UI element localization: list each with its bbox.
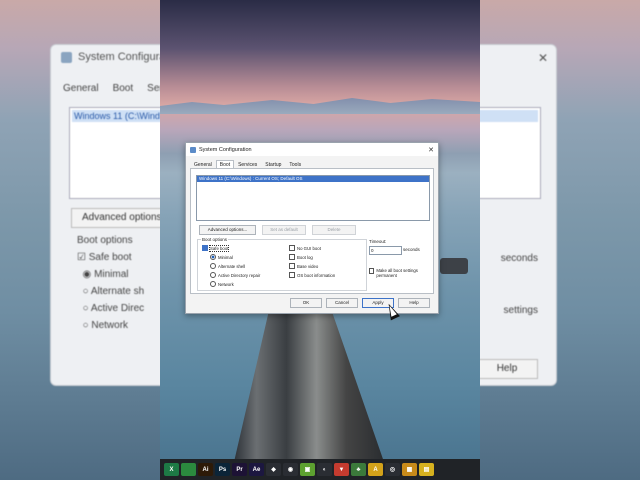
boot-panel: Windows 11 (C:\Windows) : Current OS; De… <box>190 168 434 294</box>
checkbox-icon <box>289 245 295 251</box>
resolve-icon[interactable]: ◆ <box>266 463 281 476</box>
background-safe-boot: Safe boot <box>88 252 132 263</box>
checkbox-icon <box>289 263 295 269</box>
base-video-checkbox[interactable]: Base video <box>289 263 318 269</box>
premiere-icon[interactable]: Pr <box>232 463 247 476</box>
background-window-title: System Configurat <box>78 51 169 63</box>
radio-icon <box>210 272 216 278</box>
alternate-shell-radio[interactable]: Alternate shell <box>210 263 245 269</box>
excel-icon[interactable]: X <box>164 463 179 476</box>
make-permanent-checkbox[interactable]: Make all boot settings permanent <box>369 268 429 278</box>
picture-icon[interactable]: ▤ <box>419 463 434 476</box>
aftereffects-icon[interactable]: Ae <box>249 463 264 476</box>
background-minimal: Minimal <box>94 269 129 280</box>
boot-log-checkbox[interactable]: Boot log <box>289 254 313 260</box>
minimal-label: Minimal <box>218 254 233 260</box>
msconfig-icon <box>190 146 196 153</box>
background-boot-options-label: Boot options <box>77 235 133 246</box>
boot-options-group: Boot options Safe boot Minimal Alternate… <box>197 237 367 291</box>
maps-icon[interactable] <box>181 463 196 476</box>
illustrator-icon[interactable]: Ai <box>198 463 213 476</box>
mountains <box>160 98 480 114</box>
help-button[interactable]: Help <box>398 298 430 308</box>
system-configuration-dialog: System Configuration ✕ General Boot Serv… <box>185 142 439 314</box>
checkbox-checked-icon <box>202 245 208 251</box>
background-network: Network <box>91 320 129 331</box>
grid-icon[interactable]: ▦ <box>402 463 417 476</box>
os-boot-info-label: OS boot information <box>297 272 336 278</box>
background-tab-general: General <box>63 83 99 94</box>
background-seconds: seconds <box>500 253 538 264</box>
active-directory-label: Active Directory repair <box>218 272 261 278</box>
dialog-title: System Configuration <box>199 146 252 153</box>
close-icon[interactable]: ✕ <box>428 146 434 154</box>
background-settings: settings <box>503 305 538 316</box>
checkbox-icon <box>289 272 295 278</box>
network-radio[interactable]: Network <box>210 281 234 287</box>
photoshop-icon[interactable]: Ps <box>215 463 230 476</box>
dialog-footer: OK Cancel Apply Help <box>290 298 430 308</box>
network-label: Network <box>218 281 234 287</box>
no-gui-boot-checkbox[interactable]: No GUI boot <box>289 245 321 251</box>
active-directory-radio[interactable]: Active Directory repair <box>210 272 260 278</box>
obs-icon[interactable]: ◉ <box>283 463 298 476</box>
close-icon: ✕ <box>537 51 548 65</box>
shield-icon[interactable]: ▼ <box>334 463 349 476</box>
wooden-pier <box>234 306 384 462</box>
msconfig-icon <box>61 51 72 63</box>
radio-icon <box>210 263 216 269</box>
radio-icon <box>210 281 216 287</box>
background-help-button: Help <box>476 359 538 379</box>
taskbar: X Ai Ps Pr Ae ◆ ◉ ▣ ◐ ▼ ♣ A ◎ ▦ ▤ <box>160 459 480 480</box>
alternate-shell-label: Alternate shell <box>218 263 246 269</box>
advanced-options-button[interactable]: Advanced options... <box>199 225 256 235</box>
base-video-label: Base video <box>297 263 319 269</box>
app2-icon[interactable]: ◎ <box>385 463 400 476</box>
adobe-icon[interactable]: A <box>368 463 383 476</box>
safe-boot-checkbox[interactable]: Safe boot <box>202 244 230 252</box>
timeout-label: Timeout: <box>369 239 387 244</box>
app-icon[interactable]: ◐ <box>317 463 332 476</box>
checkbox-icon <box>289 254 295 260</box>
cancel-button[interactable]: Cancel <box>326 298 358 308</box>
safe-boot-label: Safe boot <box>208 244 230 252</box>
minimal-radio[interactable]: Minimal <box>210 254 233 260</box>
no-gui-label: No GUI boot <box>297 245 321 251</box>
ok-button[interactable]: OK <box>290 298 322 308</box>
background-alternate: Alternate sh <box>90 286 145 297</box>
set-default-button[interactable]: Set as default <box>262 225 306 235</box>
boot-options-label: Boot options <box>201 237 229 242</box>
seconds-label: seconds <box>403 247 420 252</box>
os-boot-info-checkbox[interactable]: OS boot information <box>289 272 335 278</box>
os-entry[interactable]: Windows 11 (C:\Windows) : Current OS; De… <box>197 176 429 182</box>
checkbox-icon <box>369 268 375 274</box>
background-tab-boot: Boot <box>112 83 134 94</box>
radio-selected-icon <box>210 254 216 260</box>
background-active-dir: Active Direc <box>90 303 145 314</box>
delete-button[interactable]: Delete <box>312 225 356 235</box>
leaf-icon[interactable]: ♣ <box>351 463 366 476</box>
boot-log-label: Boot log <box>297 254 313 260</box>
os-list[interactable]: Windows 11 (C:\Windows) : Current OS; De… <box>196 175 430 221</box>
timeout-input[interactable]: 0 <box>369 246 402 255</box>
title-bar: System Configuration ✕ <box>186 143 438 156</box>
camtasia-icon[interactable]: ▣ <box>300 463 315 476</box>
make-permanent-label: Make all boot settings permanent <box>376 268 418 278</box>
rocks <box>440 258 468 274</box>
